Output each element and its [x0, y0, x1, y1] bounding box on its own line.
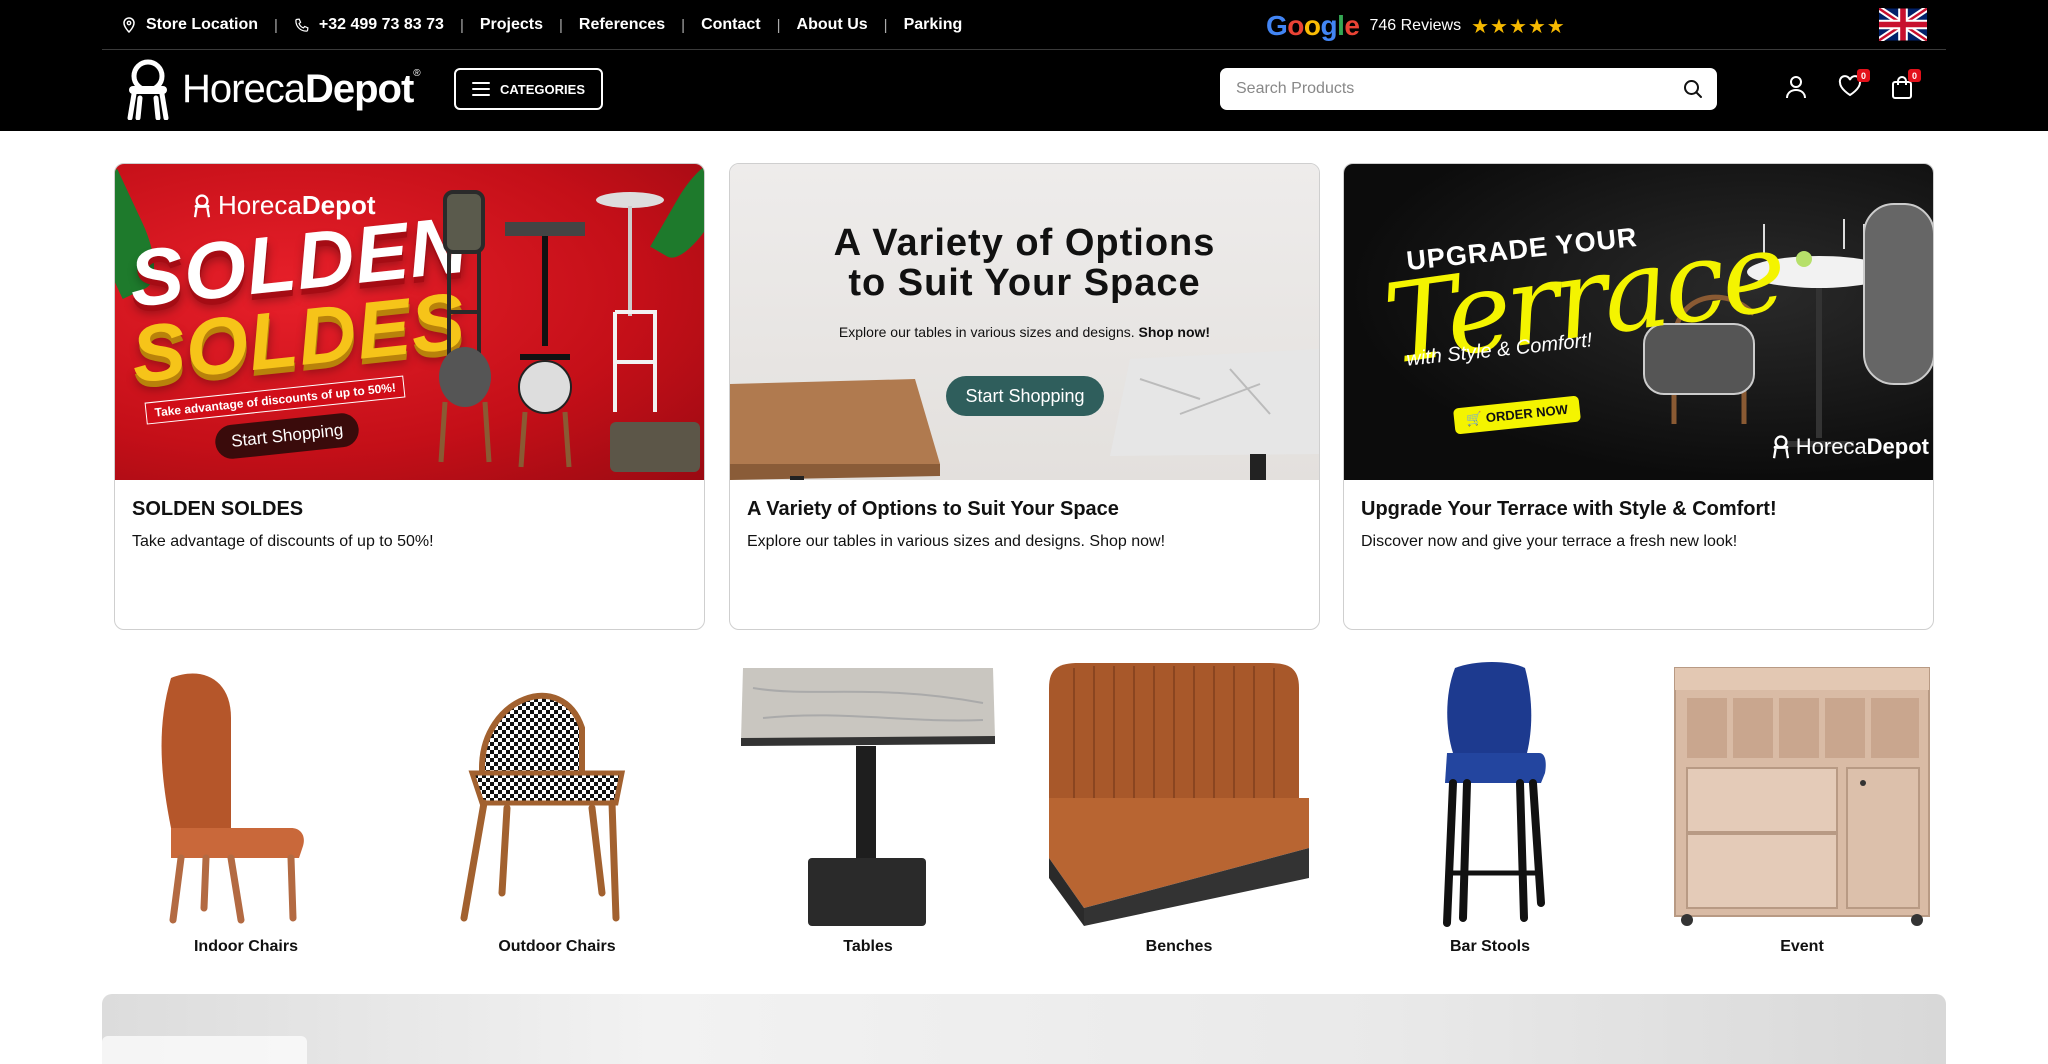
nav-projects[interactable]: Projects [480, 16, 543, 34]
phone-number: +32 499 73 83 73 [318, 16, 444, 33]
category-benches[interactable]: Benches [1044, 658, 1314, 958]
category-label: Indoor Chairs [193, 938, 298, 955]
hero-banner[interactable] [102, 994, 1946, 1064]
promo-banner-tables[interactable]: A Variety of Options to Suit Your Space … [730, 164, 1319, 480]
nav-contact[interactable]: Contact [701, 16, 761, 34]
category-label: Benches [1145, 938, 1213, 955]
cart-count-badge: 0 [1908, 69, 1921, 82]
store-location-link[interactable]: Store Location [122, 16, 258, 34]
wishlist-button[interactable]: 0 [1838, 69, 1870, 102]
category-indoor-chairs[interactable]: Indoor Chairs [111, 658, 381, 958]
user-icon [1786, 76, 1806, 99]
horecadepot-logo-icon [127, 59, 169, 120]
promo-description: Explore our tables in various sizes and … [747, 533, 1166, 550]
google-logo: Google [1266, 10, 1360, 41]
category-label: Tables [843, 938, 893, 955]
promo-card-tables[interactable]: A Variety of Options to Suit Your Space … [729, 163, 1320, 630]
account-button[interactable] [1785, 75, 1807, 104]
tables-illustration [730, 349, 1319, 480]
logo-registered: ® [413, 67, 421, 79]
bar-stool-image [1443, 662, 1546, 927]
category-label: Outdoor Chairs [498, 938, 616, 955]
store-location-label: Store Location [146, 16, 259, 33]
google-reviews[interactable]: Google 746 Reviews ★★★★★ [1266, 10, 1566, 42]
horecadepot-logo-icon [1772, 435, 1789, 459]
category-event[interactable]: Event [1667, 658, 1937, 958]
location-pin-icon [123, 17, 135, 33]
nav-about-us[interactable]: About Us [797, 16, 868, 34]
separator: | [681, 16, 686, 34]
logo-wordmark: HorecaDepot [182, 66, 414, 111]
indoor-chair-image [161, 673, 304, 924]
separator: | [558, 16, 563, 34]
search-box [1220, 68, 1717, 110]
phone-link[interactable]: +32 499 73 83 73 [294, 16, 444, 34]
search-button[interactable] [1669, 79, 1717, 99]
categories-button[interactable]: CATEGORIES [454, 68, 603, 110]
banner-start-shopping-button[interactable]: Start Shopping [213, 411, 361, 461]
outdoor-chair-image [460, 693, 626, 922]
separator: | [459, 16, 464, 34]
search-icon [1684, 80, 1702, 98]
separator: | [776, 16, 781, 34]
separator: | [274, 16, 278, 34]
promo-card-terrace[interactable]: Terrace UPGRADE YOUR with Style & Comfor… [1343, 163, 1934, 630]
bench-image [1049, 663, 1309, 926]
promo-banner-terrace[interactable]: Terrace UPGRADE YOUR with Style & Comfor… [1344, 164, 1933, 480]
hero-overlay-card [102, 1036, 307, 1064]
category-label: Event [1780, 938, 1824, 955]
table-image [741, 668, 995, 926]
main-bar: HorecaDepot ® CATEGORIES 0 0 [0, 51, 2048, 131]
review-count: 746 Reviews [1369, 17, 1462, 34]
site-logo[interactable]: HorecaDepot ® [120, 57, 421, 121]
furniture-collage-illustration [438, 190, 700, 472]
category-outdoor-chairs[interactable]: Outdoor Chairs [422, 658, 692, 958]
categories-label: CATEGORIES [500, 81, 585, 97]
promo-description: Take advantage of discounts of up to 50%… [132, 533, 434, 550]
promo-title[interactable]: Upgrade Your Terrace with Style & Comfor… [1361, 498, 1777, 521]
separator: | [883, 16, 888, 34]
star-rating: ★★★★★ [1471, 15, 1566, 38]
wishlist-count-badge: 0 [1857, 69, 1870, 82]
category-label: Bar Stools [1449, 938, 1530, 955]
category-bar-stools[interactable]: Bar Stools [1355, 658, 1625, 958]
horecadepot-logo-icon [193, 193, 211, 217]
site-header: Store Location | +32 499 73 83 73 | Proj… [0, 0, 2048, 131]
promo-description: Discover now and give your terrace a fre… [1361, 533, 1738, 550]
category-tables[interactable]: Tables [733, 658, 1003, 958]
uk-flag-icon[interactable] [1879, 8, 1927, 41]
search-input[interactable] [1220, 68, 1669, 110]
top-nav: Store Location | +32 499 73 83 73 | Proj… [122, 14, 962, 36]
nav-parking[interactable]: Parking [904, 16, 963, 34]
promo-title[interactable]: A Variety of Options to Suit Your Space [747, 498, 1119, 521]
banner-logo: HorecaDepot [1770, 434, 1929, 460]
phone-icon [295, 17, 309, 32]
promo-banner-solden[interactable]: HorecaDepot SOLDEN SOLDES Take advantage… [115, 164, 704, 480]
event-furniture-image [1674, 667, 1930, 926]
promo-title[interactable]: SOLDEN SOLDES [132, 498, 303, 521]
nav-references[interactable]: References [579, 16, 665, 34]
top-bar: Store Location | +32 499 73 83 73 | Proj… [102, 0, 1946, 50]
menu-icon [472, 82, 490, 96]
cart-icon: 🛒 [1465, 410, 1487, 428]
promo-card-solden[interactable]: HorecaDepot SOLDEN SOLDES Take advantage… [114, 163, 705, 630]
cart-button[interactable]: 0 [1891, 69, 1921, 104]
